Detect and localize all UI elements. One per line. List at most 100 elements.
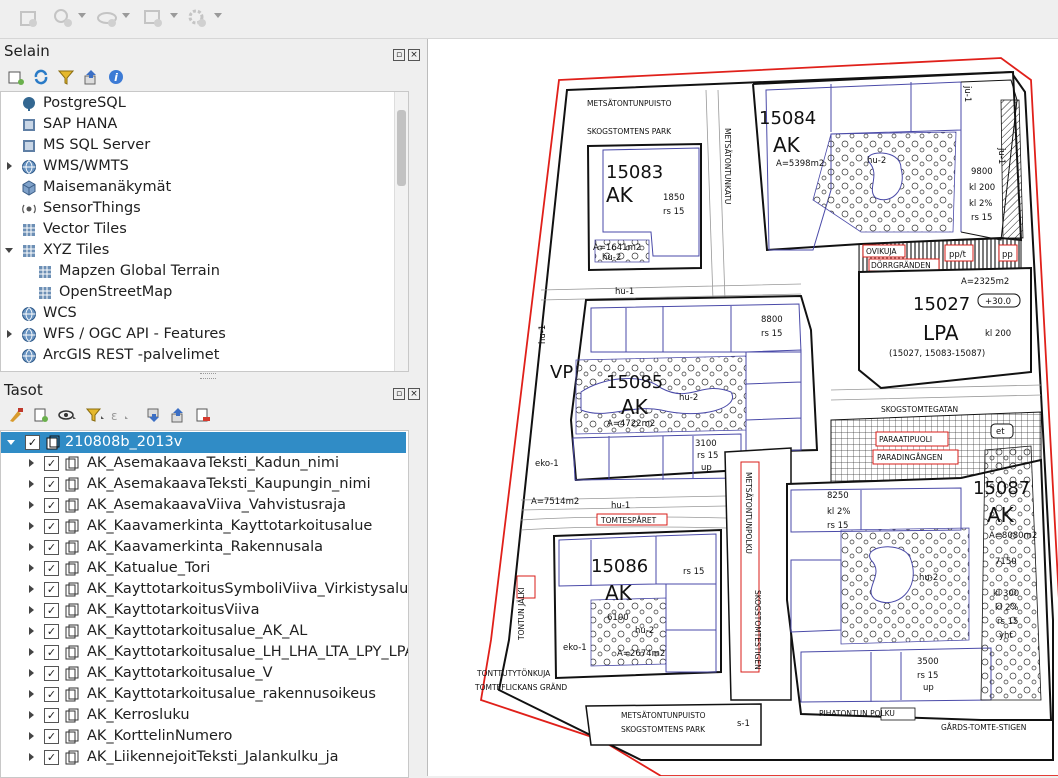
visibility-checkbox[interactable]: ✓	[44, 603, 59, 618]
browser-scrollbar[interactable]	[394, 92, 408, 371]
browser-item[interactable]: SensorThings	[1, 198, 393, 219]
layer-row[interactable]: ✓ AK_AsemakaavaTeksti_Kaupungin_nimi	[1, 474, 408, 495]
dropdown-arrow-icon[interactable]	[122, 13, 130, 18]
expand-arrow-icon[interactable]	[29, 690, 34, 698]
visibility-checkbox[interactable]: ✓	[44, 645, 59, 660]
expand-arrow-icon[interactable]	[7, 330, 12, 338]
layer-row[interactable]: ✓ AK_Kayttotarkoitusalue_AK_AL	[1, 621, 408, 642]
splitter-handle[interactable]	[200, 373, 216, 379]
browser-tree: PostgreSQL SAP HANA MS SQL Server WMS/WMTS M…	[0, 91, 409, 372]
browser-item[interactable]: WFS / OGC API - Features	[1, 324, 393, 345]
layer-row[interactable]: ✓ AK_KorttelinNumero	[1, 726, 408, 747]
expand-arrow-icon[interactable]	[29, 564, 34, 572]
visibility-checkbox[interactable]: ✓	[44, 561, 59, 576]
filter-icon[interactable]	[58, 69, 74, 85]
lpa-blocks: (15027, 15083-15087)	[889, 349, 985, 359]
visibility-checkbox[interactable]: ✓	[44, 729, 59, 744]
hide-layer-icon[interactable]	[96, 7, 118, 29]
dropdown-arrow-icon[interactable]	[214, 13, 222, 18]
layer-row[interactable]: ✓ AK_KayttotarkoitusViiva	[1, 600, 408, 621]
browser-item[interactable]: XYZ Tiles	[1, 240, 393, 261]
filter-legend-icon[interactable]	[86, 407, 106, 423]
add-group-icon[interactable]	[33, 407, 49, 423]
expand-arrow-icon[interactable]	[29, 627, 34, 635]
visibility-checkbox[interactable]: ✓	[44, 624, 59, 639]
expand-all-icon[interactable]	[146, 407, 162, 423]
visibility-checkbox[interactable]: ✓	[44, 666, 59, 681]
expand-arrow-icon[interactable]	[29, 480, 34, 488]
visibility-checkbox[interactable]: ✓	[44, 498, 59, 513]
browser-item[interactable]: PostgreSQL	[1, 93, 393, 114]
info-icon[interactable]: i	[108, 69, 124, 85]
browser-item[interactable]: ArcGIS REST -palvelimet	[1, 345, 393, 366]
expand-arrow-icon[interactable]	[29, 711, 34, 719]
expand-arrow-icon[interactable]	[29, 459, 34, 467]
expand-arrow-icon[interactable]	[29, 732, 34, 740]
browser-item-label: SensorThings	[43, 200, 141, 216]
collapse-arrow-icon[interactable]	[5, 248, 13, 253]
collapse-all-icon[interactable]	[83, 69, 99, 85]
float-panel-icon[interactable]: ▫	[393, 388, 405, 400]
expand-arrow-icon[interactable]	[29, 669, 34, 677]
lane-name: TONTTUTYTÖNKUJA	[476, 669, 551, 678]
layer-row[interactable]: ✓ AK_LiikennejoitTeksti_Jalankulku_ja	[1, 747, 408, 768]
new-layer-icon[interactable]	[142, 7, 164, 29]
layer-row[interactable]: ✓ AK_Kaavamerkinta_Kayttotarkoitusalue	[1, 516, 408, 537]
layer-row[interactable]: ✓ AK_Katualue_Tori	[1, 558, 408, 579]
browser-item[interactable]: Vector Tiles	[1, 219, 393, 240]
expand-arrow-icon[interactable]	[29, 606, 34, 614]
scroll-thumb[interactable]	[397, 110, 406, 186]
style-brush-icon[interactable]	[8, 407, 24, 423]
expand-arrow-icon[interactable]	[29, 585, 34, 593]
identify-icon[interactable]	[52, 7, 74, 29]
browser-item[interactable]: MS SQL Server	[1, 135, 393, 156]
vector-layer-icon	[65, 645, 79, 660]
expand-arrow-icon[interactable]	[29, 648, 34, 656]
visibility-checkbox[interactable]: ✓	[44, 708, 59, 723]
dropdown-arrow-icon[interactable]	[78, 13, 86, 18]
refresh-icon[interactable]	[33, 69, 49, 85]
visibility-checkbox[interactable]: ✓	[44, 687, 59, 702]
map-canvas[interactable]: 15083 AK 15084 AK 15085 AK 15027 LPA 150…	[427, 39, 1058, 776]
close-panel-icon[interactable]: ×	[408, 49, 420, 61]
close-panel-icon[interactable]: ×	[408, 388, 420, 400]
add-feature-icon[interactable]	[18, 7, 40, 29]
visibility-checkbox[interactable]: ✓	[44, 456, 59, 471]
visibility-checkbox[interactable]: ✓	[44, 477, 59, 492]
browser-item[interactable]: SAP HANA	[1, 114, 393, 135]
collapse-all-icon[interactable]	[170, 407, 186, 423]
layer-row[interactable]: ✓ AK_Kayttotarkoitusalue_LH_LHA_LTA_LPY_L…	[1, 642, 408, 663]
browser-item[interactable]: WCS	[1, 303, 393, 324]
visibility-checkbox[interactable]: ✓	[44, 540, 59, 555]
remove-layer-icon[interactable]	[195, 407, 211, 423]
layer-row[interactable]: ✓ AK_Kayttotarkoitusalue_rakennusoikeus	[1, 684, 408, 705]
layer-row[interactable]: ✓ AK_Kaavamerkinta_Rakennusala	[1, 537, 408, 558]
collapse-arrow-icon[interactable]	[7, 440, 15, 445]
browser-item[interactable]: Mapzen Global Terrain	[1, 261, 393, 282]
browser-item[interactable]: OpenStreetMap	[1, 282, 393, 303]
layer-row[interactable]: ✓ AK_Kerrosluku	[1, 705, 408, 726]
filter-expression-icon[interactable]: ε	[110, 407, 130, 423]
visibility-checkbox[interactable]: ✓	[44, 519, 59, 534]
expand-arrow-icon[interactable]	[29, 522, 34, 530]
layer-row[interactable]: ✓ AK_Kayttotarkoitusalue_V	[1, 663, 408, 684]
visibility-checkbox[interactable]: ✓	[25, 435, 40, 450]
browser-item[interactable]: WMS/WMTS	[1, 156, 393, 177]
layer-group-row[interactable]: ✓ 210808b_2013v	[1, 432, 406, 453]
expand-arrow-icon[interactable]	[29, 543, 34, 551]
visibility-checkbox[interactable]: ✓	[44, 582, 59, 597]
layer-row[interactable]: ✓ AK_AsemakaavaTeksti_Kadun_nimi	[1, 453, 408, 474]
visibility-checkbox[interactable]: ✓	[44, 750, 59, 765]
add-selected-icon[interactable]	[8, 69, 24, 85]
parking-ratio: kl 200	[985, 329, 1011, 339]
expand-arrow-icon[interactable]	[7, 162, 12, 170]
visibility-eye-icon[interactable]	[58, 407, 78, 423]
dropdown-arrow-icon[interactable]	[170, 13, 178, 18]
settings-icon[interactable]	[186, 7, 208, 29]
layer-row[interactable]: ✓ AK_AsemakaavaViiva_Vahvistusraja	[1, 495, 408, 516]
float-panel-icon[interactable]: ▫	[393, 49, 405, 61]
expand-arrow-icon[interactable]	[29, 501, 34, 509]
expand-arrow-icon[interactable]	[29, 753, 34, 761]
layer-row[interactable]: ✓ AK_KayttotarkoitusSymboliViiva_Virkisty…	[1, 579, 408, 600]
browser-item[interactable]: Maisemanäkymät	[1, 177, 393, 198]
